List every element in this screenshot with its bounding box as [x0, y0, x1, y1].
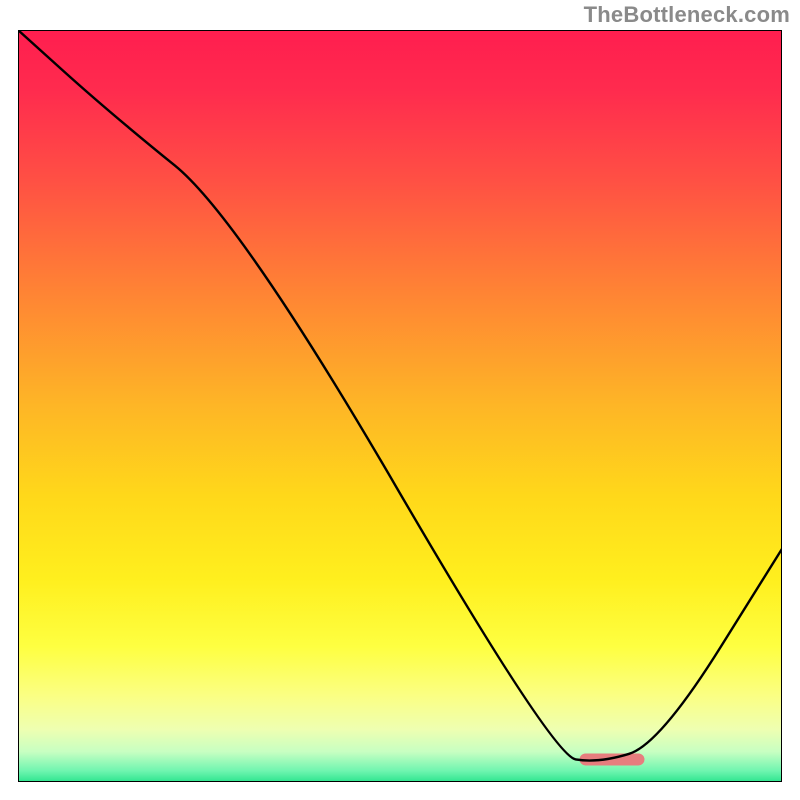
watermark-text: TheBottleneck.com — [584, 2, 790, 28]
chart-container: { "watermark": "TheBottleneck.com", "cha… — [0, 0, 800, 800]
plot-background — [18, 30, 782, 782]
bottleneck-chart — [18, 30, 782, 782]
